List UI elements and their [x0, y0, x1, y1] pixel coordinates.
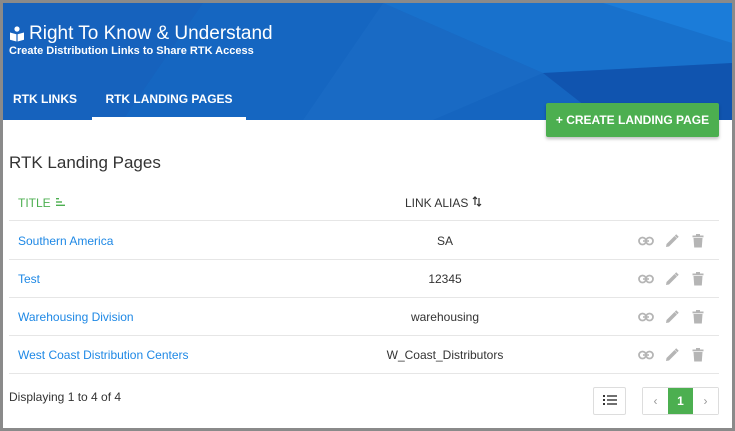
app-frame: Right To Know & Understand Create Distri…: [0, 0, 735, 431]
page-size-button[interactable]: [593, 387, 626, 415]
tab-rtk-links[interactable]: RTK LINKS: [3, 81, 92, 120]
pencil-icon[interactable]: [663, 308, 681, 326]
list-icon: [602, 392, 617, 410]
row-link-alias: SA: [436, 234, 453, 248]
trash-icon[interactable]: [689, 346, 707, 364]
displaying-count: Displaying 1 to 4 of 4: [9, 390, 122, 404]
row-title-link[interactable]: West Coast Distribution Centers: [18, 348, 189, 362]
table-row: Test 12345: [9, 260, 719, 298]
link-icon[interactable]: [637, 308, 655, 326]
pencil-icon[interactable]: [663, 232, 681, 250]
link-icon[interactable]: [637, 232, 655, 250]
table-header: TITLE LINK ALIAS: [9, 187, 719, 221]
next-page-button[interactable]: ›: [693, 388, 718, 414]
row-title-link[interactable]: Southern America: [18, 234, 113, 248]
row-title-link[interactable]: Test: [18, 272, 40, 286]
pencil-icon[interactable]: [663, 346, 681, 364]
trash-icon[interactable]: [689, 270, 707, 288]
column-header-title-label: TITLE: [18, 196, 51, 210]
table-row: West Coast Distribution Centers W_Coast_…: [9, 336, 719, 374]
sort-toggle-icon: [472, 196, 482, 210]
tab-bar: RTK LINKS RTK LANDING PAGES: [3, 81, 246, 120]
tab-rtk-landing-pages[interactable]: RTK LANDING PAGES: [92, 81, 246, 120]
pagination: ‹ 1 ›: [642, 387, 719, 415]
column-header-link-alias-label: LINK ALIAS: [405, 196, 469, 210]
app-title-text: Right To Know & Understand: [29, 23, 273, 44]
prev-page-button[interactable]: ‹: [643, 388, 668, 414]
row-link-alias: W_Coast_Distributors: [386, 348, 504, 362]
page-1-button[interactable]: 1: [668, 388, 693, 414]
section-title: RTK Landing Pages: [9, 153, 161, 172]
trash-icon[interactable]: [689, 232, 707, 250]
trash-icon[interactable]: [689, 308, 707, 326]
link-icon[interactable]: [637, 346, 655, 364]
row-actions: [637, 232, 707, 250]
table-row: Southern America SA: [9, 222, 719, 260]
row-link-alias: 12345: [428, 272, 462, 286]
pencil-icon[interactable]: [663, 270, 681, 288]
row-actions: [637, 270, 707, 288]
column-header-title[interactable]: TITLE: [18, 196, 67, 210]
app-subtitle: Create Distribution Links to Share RTK A…: [9, 45, 254, 57]
column-header-link-alias[interactable]: LINK ALIAS: [405, 196, 482, 210]
row-actions: [637, 346, 707, 364]
row-link-alias: warehousing: [410, 310, 480, 324]
sort-ascending-icon: [55, 196, 67, 210]
table-row: Warehousing Division warehousing: [9, 298, 719, 336]
row-title-link[interactable]: Warehousing Division: [18, 310, 134, 324]
app-title: Right To Know & Understand: [9, 23, 273, 45]
link-icon[interactable]: [637, 270, 655, 288]
row-actions: [637, 308, 707, 326]
book-reader-icon: [9, 26, 25, 42]
create-landing-page-button[interactable]: + CREATE LANDING PAGE: [546, 103, 719, 137]
